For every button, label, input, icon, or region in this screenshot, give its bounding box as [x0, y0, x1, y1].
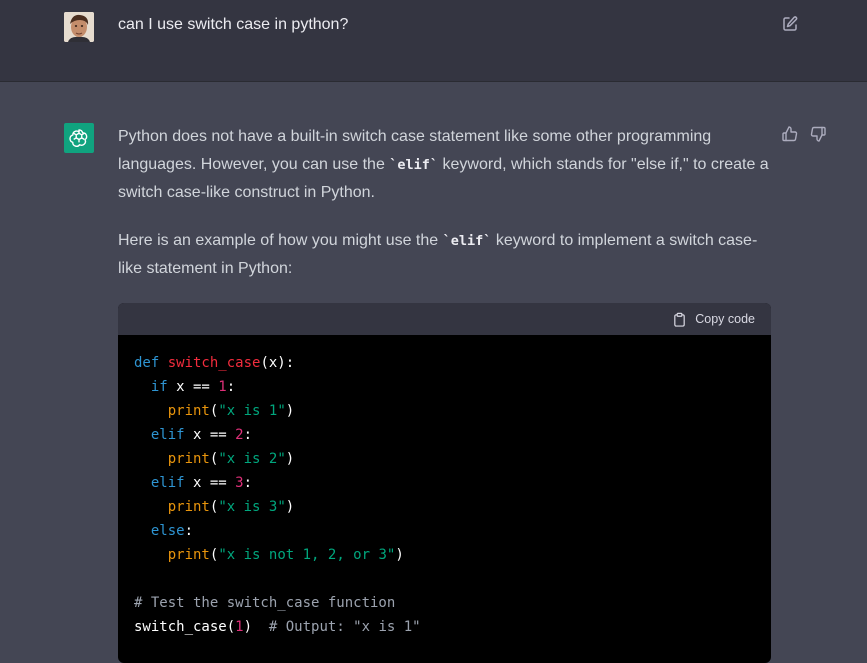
thumbs-up-icon[interactable] — [781, 125, 799, 143]
copy-code-label: Copy code — [695, 312, 755, 326]
code-token: 2 — [235, 427, 244, 443]
code-token: 1 — [218, 379, 227, 395]
code-content: def switch_case(x): if x == 1: print("x … — [118, 335, 771, 639]
code-line: print("x is 3") — [134, 495, 771, 519]
code-line: print("x is 1") — [134, 399, 771, 423]
code-token: x == — [167, 379, 219, 395]
code-token: "x is 1" — [218, 403, 286, 419]
code-token: switch_case — [134, 619, 227, 635]
code-line: elif x == 3: — [134, 471, 771, 495]
code-token: ) — [395, 547, 404, 563]
code-line: elif x == 2: — [134, 423, 771, 447]
assistant-message-row: Python does not have a built-in switch c… — [0, 83, 867, 663]
code-line: else: — [134, 519, 771, 543]
openai-logo-icon — [64, 123, 94, 153]
assistant-paragraph-2: Here is an example of how you might use … — [118, 227, 773, 283]
user-message-row: can I use switch case in python? — [0, 0, 867, 82]
code-token: ) — [285, 403, 295, 419]
edit-icon[interactable] — [781, 15, 799, 33]
code-line: if x == 1: — [134, 375, 771, 399]
assistant-paragraph-1: Python does not have a built-in switch c… — [118, 123, 773, 207]
code-token: "x is not 1, 2, or 3" — [218, 547, 396, 563]
code-token: switch_case — [167, 355, 261, 371]
code-line: print("x is not 1, 2, or 3") — [134, 543, 771, 567]
code-token: print — [167, 403, 210, 419]
code-block-header: Copy code — [118, 303, 771, 335]
inline-code: `elif` — [389, 157, 439, 173]
copy-code-button[interactable]: Copy code — [672, 312, 755, 327]
code-token: # Output: "x is 1" — [268, 619, 421, 635]
code-line: print("x is 2") — [134, 447, 771, 471]
code-token: "x is 3" — [218, 499, 286, 515]
code-token: ) — [243, 619, 269, 635]
code-token: if — [150, 379, 168, 395]
code-token: # Test the switch_case function — [134, 595, 396, 611]
code-token: x == — [184, 427, 236, 443]
code-block: Copy code def switch_case(x): if x == 1:… — [118, 303, 771, 663]
code-line: def switch_case(x): — [134, 351, 771, 375]
code-token: print — [167, 499, 210, 515]
inline-code: `elif` — [442, 233, 492, 249]
code-token: 3 — [235, 475, 244, 491]
code-token: elif — [150, 427, 185, 443]
code-line: switch_case(1) # Output: "x is 1" — [134, 615, 771, 639]
user-avatar — [64, 12, 94, 42]
code-token: x == — [184, 475, 236, 491]
code-token: (x): — [260, 355, 295, 371]
code-token: elif — [150, 475, 185, 491]
code-token: : — [243, 475, 253, 491]
code-token: : — [243, 427, 253, 443]
paragraph-text: Here is an example of how you might use … — [118, 232, 443, 249]
code-token: ( — [226, 619, 236, 635]
code-token: def — [134, 355, 168, 371]
code-line: # Test the switch_case function — [134, 591, 771, 615]
code-token: else — [150, 523, 185, 539]
code-token: "x is 2" — [218, 451, 286, 467]
code-token: ) — [285, 499, 295, 515]
code-token: print — [167, 451, 210, 467]
thumbs-down-icon[interactable] — [809, 125, 827, 143]
clipboard-icon — [674, 312, 686, 327]
code-token: : — [226, 379, 236, 395]
code-token: ) — [285, 451, 295, 467]
code-token: print — [167, 547, 210, 563]
code-token: 1 — [235, 619, 244, 635]
user-message-text: can I use switch case in python? — [118, 16, 349, 33]
code-token: : — [184, 523, 194, 539]
